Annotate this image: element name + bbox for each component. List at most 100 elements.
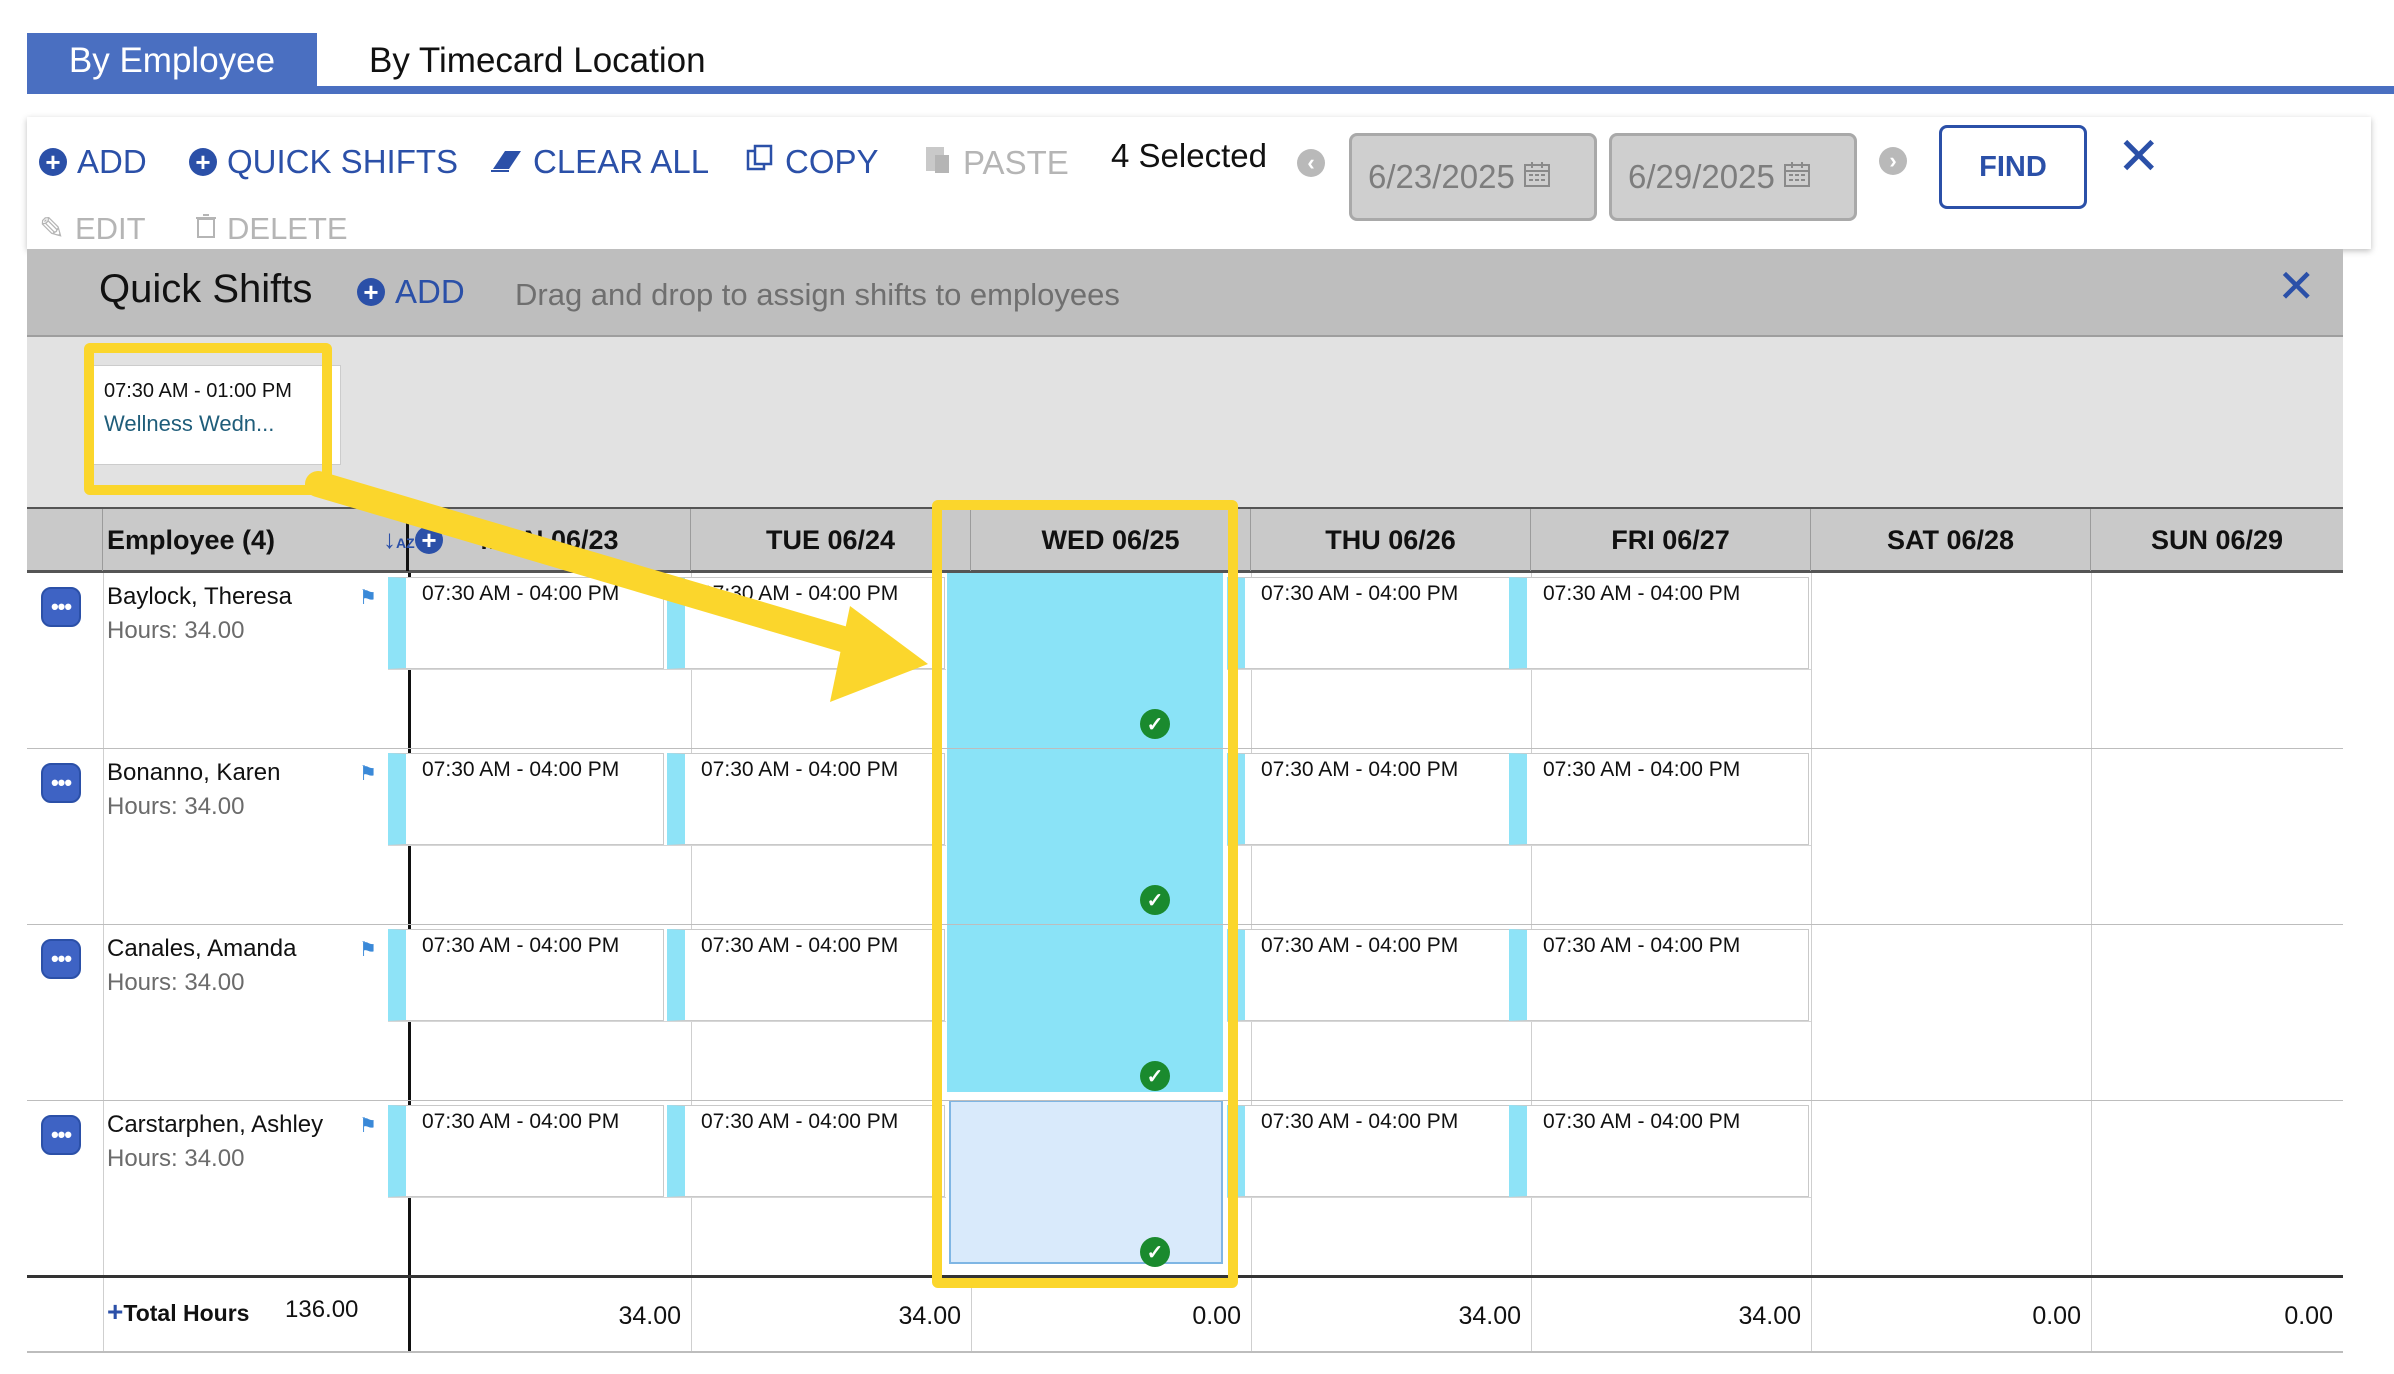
edit-label: EDIT: [74, 211, 146, 246]
divider: [103, 573, 104, 748]
employee-header-label: Employee (4): [107, 524, 276, 555]
employee-name[interactable]: Bonanno, Karen: [107, 759, 280, 787]
day-total-thu: 34.00: [1458, 1302, 1521, 1330]
shift-block-thu[interactable]: 07:30 AM - 04:00 PM: [1227, 929, 1531, 1021]
shift-block-thu[interactable]: 07:30 AM - 04:00 PM: [1227, 753, 1531, 845]
total-hours-text: Total Hours: [123, 1300, 250, 1326]
end-date-field[interactable]: 6/29/2025: [1609, 133, 1857, 221]
row-menu-button[interactable]: •••: [41, 939, 81, 979]
calendar-icon: [1523, 158, 1551, 196]
shift-block-fri[interactable]: 07:30 AM - 04:00 PM: [1509, 929, 1809, 1021]
arrow-right-icon[interactable]: ›: [1879, 147, 1907, 175]
shift-block-fri[interactable]: 07:30 AM - 04:00 PM: [1509, 1105, 1809, 1197]
shift-block-mon[interactable]: 07:30 AM - 04:00 PM: [388, 753, 664, 845]
quick-shifts-button[interactable]: + QUICK SHIFTS: [189, 143, 458, 181]
toolbar: + ADD + QUICK SHIFTS CLEAR ALL COPY PAST…: [27, 117, 2371, 249]
selected-count-label: 4 Selected: [1111, 137, 1267, 174]
employee-hours: Hours: 34.00: [107, 1145, 245, 1172]
employee-name[interactable]: Baylock, Theresa: [107, 583, 292, 611]
shift-block-tue[interactable]: 07:30 AM - 04:00 PM: [667, 929, 945, 1021]
shift-block-tue[interactable]: 07:30 AM - 04:00 PM: [667, 1105, 945, 1197]
close-icon[interactable]: ✕: [2277, 263, 2316, 309]
day-total-sun: 0.00: [2284, 1302, 2333, 1330]
divider: [1811, 1101, 1812, 1277]
find-button[interactable]: FIND: [1939, 125, 2087, 209]
shift-time: 07:30 AM - 04:00 PM: [1261, 934, 1459, 957]
day-total-tue: 34.00: [898, 1302, 961, 1330]
day-header-thu: THU 06/26: [1251, 509, 1531, 571]
close-icon[interactable]: ✕: [2117, 131, 2161, 183]
edit-icon: ✎: [39, 211, 65, 246]
shift-block-tue[interactable]: 07:30 AM - 04:00 PM: [667, 753, 945, 845]
divider: [2091, 925, 2092, 1100]
edit-button[interactable]: ✎ EDIT: [39, 211, 146, 247]
employee-column-header[interactable]: Employee (4) ↓AZ +: [103, 509, 443, 571]
paste-button[interactable]: PASTE: [923, 143, 1069, 183]
divider: [1811, 925, 1812, 1100]
shift-block-mon[interactable]: 07:30 AM - 04:00 PM: [388, 577, 664, 669]
shift-block-fri[interactable]: 07:30 AM - 04:00 PM: [1509, 577, 1809, 669]
flag-icon: ⚑: [359, 763, 377, 785]
cell-divider: [1227, 1197, 1811, 1198]
row-menu-button[interactable]: •••: [41, 1115, 81, 1155]
employee-name[interactable]: Canales, Amanda: [107, 935, 296, 963]
start-date-field[interactable]: 6/23/2025: [1349, 133, 1597, 221]
total-hours-label[interactable]: +Total Hours: [107, 1296, 249, 1328]
view-tabs: By Employee By Timecard Location: [27, 33, 706, 89]
plus-icon: +: [107, 1296, 124, 1327]
tab-by-timecard-location[interactable]: By Timecard Location: [317, 33, 706, 89]
divider: [103, 1278, 104, 1351]
shift-block-thu[interactable]: 07:30 AM - 04:00 PM: [1227, 577, 1531, 669]
quick-shifts-add-button[interactable]: + ADD: [357, 273, 465, 311]
employee-name[interactable]: Carstarphen, Ashley: [107, 1111, 323, 1139]
shift-time: 07:30 AM - 04:00 PM: [701, 582, 899, 605]
copy-icon: [745, 143, 775, 181]
employee-hours: Hours: 34.00: [107, 617, 245, 644]
clear-all-button[interactable]: CLEAR ALL: [489, 143, 709, 181]
delete-button[interactable]: DELETE: [195, 211, 348, 247]
flag-icon: ⚑: [359, 1115, 377, 1137]
tab-by-employee[interactable]: By Employee: [27, 33, 317, 89]
add-button[interactable]: + ADD: [39, 143, 147, 181]
copy-button[interactable]: COPY: [745, 143, 879, 181]
day-header-tue: TUE 06/24: [691, 509, 971, 571]
shift-time: 07:30 AM - 04:00 PM: [1543, 1110, 1741, 1133]
shift-block-thu[interactable]: 07:30 AM - 04:00 PM: [1227, 1105, 1531, 1197]
cell-divider: [388, 845, 946, 846]
cell-divider: [388, 1021, 946, 1022]
day-header-sun: SUN 06/29: [2150, 524, 2284, 555]
paste-label: PASTE: [963, 144, 1069, 181]
shift-block-mon[interactable]: 07:30 AM - 04:00 PM: [388, 929, 664, 1021]
divider: [1811, 573, 1812, 748]
divider: [2091, 749, 2092, 924]
quick-shift-card[interactable]: 07:30 AM - 01:00 PM Wellness Wedn...: [89, 365, 341, 465]
employee-row: ••• Bonanno, Karen Hours: 34.00 ⚑ 07:30 …: [27, 749, 2343, 925]
row-menu-button[interactable]: •••: [41, 763, 81, 803]
day-header-sat: SAT 06/28: [1811, 509, 2091, 571]
totals-row: +Total Hours 136.00 34.00 34.00 0.00 34.…: [27, 1275, 2343, 1353]
shift-time: 07:30 AM - 04:00 PM: [701, 1110, 899, 1133]
shift-block-mon[interactable]: 07:30 AM - 04:00 PM: [388, 1105, 664, 1197]
row-menu-button[interactable]: •••: [41, 587, 81, 627]
divider: [103, 925, 104, 1100]
employee-hours: Hours: 34.00: [107, 793, 245, 820]
shift-block-fri[interactable]: 07:30 AM - 04:00 PM: [1509, 753, 1809, 845]
quick-shifts-title: Quick Shifts: [99, 267, 313, 311]
flag-icon: ⚑: [359, 587, 377, 609]
arrow-left-icon[interactable]: ‹: [1297, 149, 1325, 177]
menu-dots-icon: •••: [50, 770, 72, 795]
plus-circle-icon: +: [39, 148, 67, 176]
header-spacer: [27, 509, 103, 571]
tab-underline: [27, 86, 2394, 94]
shift-time: 07:30 AM - 04:00 PM: [1543, 934, 1741, 957]
divider: [1811, 749, 1812, 924]
shift-block-tue[interactable]: 07:30 AM - 04:00 PM: [667, 577, 945, 669]
cell-divider: [388, 669, 946, 670]
plus-circle-icon: +: [357, 278, 385, 306]
total-hours-sum: 136.00: [285, 1296, 359, 1323]
check-circle-icon: ✓: [1140, 1061, 1170, 1091]
menu-dots-icon: •••: [50, 1122, 72, 1147]
cell-divider: [1227, 1021, 1811, 1022]
shift-time: 07:30 AM - 04:00 PM: [1261, 1110, 1459, 1133]
shift-time: 07:30 AM - 04:00 PM: [701, 934, 899, 957]
